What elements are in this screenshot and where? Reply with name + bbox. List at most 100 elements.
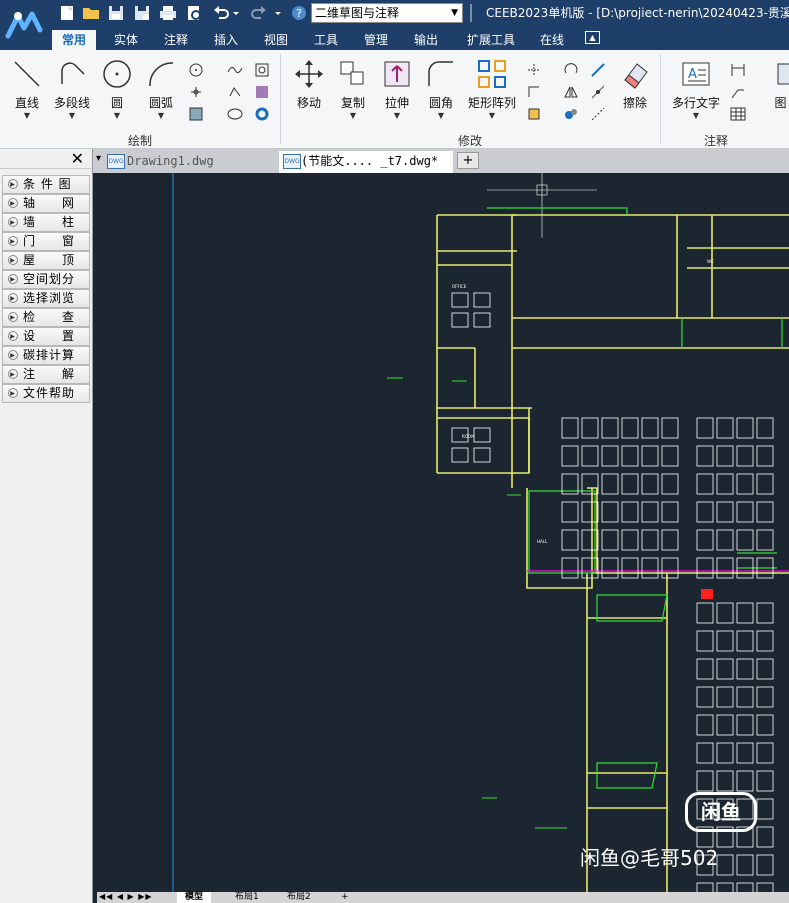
point-icon[interactable] [188,84,204,100]
scale-icon[interactable] [590,62,606,78]
rect-array-tool-button[interactable]: 矩形阵列 ▼ [466,58,518,120]
add-layout-button[interactable]: + [333,892,357,903]
donut-icon[interactable] [254,106,270,122]
extra-tool-button[interactable]: 图 [772,58,789,111]
desk-block [473,427,491,443]
leader-icon[interactable] [730,84,746,100]
dwg-file-icon: DWG [283,154,301,169]
menu-label: 碳排计算 [23,348,76,362]
arc-tool-button[interactable]: 圆弧 ▼ [144,58,178,120]
menu-door-window[interactable]: ▶ 门 窗 [2,232,90,251]
stretch-tool-button[interactable]: 拉伸 ▼ [380,58,414,120]
trim-icon[interactable] [526,62,542,78]
stretch-tool-label: 拉伸 [384,96,409,110]
new-tab-button[interactable]: + [457,152,479,169]
cloud-icon[interactable] [227,106,243,122]
redo-icon[interactable] [250,4,268,22]
join-icon[interactable] [563,106,579,122]
layout-nav-arrows[interactable]: ◀◀ ◀ ▶ ▶▶ [99,892,153,901]
copy-tool-button[interactable]: 复制 ▼ [336,58,370,120]
revcloud-icon[interactable] [227,84,243,100]
tab-layout2[interactable]: 布局2 [279,892,319,903]
menu-condition-map[interactable]: ▶ 条 件 图 [2,175,90,194]
app-logo[interactable] [0,0,50,50]
chevron-down-icon: ▼ [437,111,445,120]
undo-icon[interactable] [212,4,230,22]
explode-icon[interactable] [526,106,542,122]
break-icon[interactable] [590,84,606,100]
circle-tool-button[interactable]: 圆 ▼ [100,58,134,120]
desk-block [736,714,754,736]
desk-block [736,742,754,764]
menu-carbon-calc[interactable]: ▶ 碳排计算 [2,346,90,365]
tab-extend-tools[interactable]: 扩展工具 [462,30,520,50]
new-file-icon[interactable] [58,4,76,22]
erase-tool-button[interactable]: 擦除 [618,58,652,111]
extend-icon[interactable] [590,106,606,122]
menu-axis-grid[interactable]: ▶ 轴 网 [2,194,90,213]
tab-annotate[interactable]: 注释 [156,30,196,50]
close-icon[interactable]: ✕ [71,149,84,169]
help-icon[interactable]: ? [290,4,308,22]
tab-manage[interactable]: 管理 [356,30,396,50]
doc-tab-active[interactable]: DWG (节能文.... _t7.dwg* [279,151,453,173]
window-title: CEEB2023单机版 - [D:\projiect-nerin\2024042… [486,6,789,20]
doc-tab-drawing1[interactable]: DWG Drawing1.dwg [93,151,277,173]
polyline-tool-button[interactable]: 多段线 ▼ [52,58,92,120]
offset-icon[interactable] [526,84,542,100]
move-tool-label: 移动 [296,96,321,110]
move-tool-button[interactable]: 移动 [292,58,326,111]
menu-space-division[interactable]: ▶ 空间划分 [2,270,90,289]
line-tool-label: 直线 [14,96,39,110]
mirror-icon[interactable] [563,84,579,100]
undo-dropdown-icon[interactable] [232,4,240,22]
tab-output[interactable]: 输出 [406,30,446,50]
region-icon[interactable] [254,62,270,78]
linear-dimension-icon[interactable] [730,62,746,78]
expand-icon: ▶ [8,255,18,265]
open-folder-icon[interactable] [82,4,100,22]
menu-check[interactable]: ▶ 检 查 [2,308,90,327]
save-icon[interactable] [107,4,125,22]
hatch-icon[interactable] [188,106,204,122]
tab-model[interactable]: 模型 [177,892,212,903]
menu-annotation[interactable]: ▶ 注 解 [2,365,90,384]
menu-roof[interactable]: ▶ 屋 顶 [2,251,90,270]
menu-label: 门 窗 [23,234,76,248]
line-tool-button[interactable]: 直线 ▼ [10,58,44,120]
drawing-canvas[interactable]: OFFICE ROOM HALL WC [97,173,789,892]
ribbon-minimize-button[interactable]: ▲ [585,31,600,44]
svg-text:WC: WC [707,259,714,264]
tab-view[interactable]: 视图 [256,30,296,50]
desk-block [756,742,774,764]
spline-icon[interactable] [227,62,243,78]
menu-select-browse[interactable]: ▶ 选择浏览 [2,289,90,308]
tab-layout1[interactable]: 布局1 [227,892,267,903]
rotate-icon[interactable] [563,62,579,78]
desk-block [661,501,679,523]
tab-tools[interactable]: 工具 [306,30,346,50]
menu-wall-column[interactable]: ▶ 墙 柱 [2,213,90,232]
desk-block [601,473,619,495]
desk-block [756,417,774,439]
fillet-tool-button[interactable]: 圆角 ▼ [424,58,458,120]
tab-solid[interactable]: 实体 [106,30,146,50]
ellipse-icon[interactable] [188,62,204,78]
tab-online[interactable]: 在线 [532,30,572,50]
table-icon[interactable] [730,106,746,122]
menu-settings[interactable]: ▶ 设 置 [2,327,90,346]
print-icon[interactable] [159,4,177,22]
tab-home[interactable]: 常用 [52,30,96,50]
mtext-tool-button[interactable]: A 多行文字 ▼ [668,58,724,120]
desk-block [696,417,714,439]
desk-block [621,445,639,467]
workspace-select[interactable]: 二维草图与注释 ▼ [311,3,463,23]
save-as-icon[interactable] [133,4,151,22]
tab-insert[interactable]: 插入 [206,30,246,50]
desk-block [756,658,774,680]
redo-dropdown-icon[interactable] [274,4,282,22]
svg-text:?: ? [296,7,302,20]
plot-preview-icon[interactable] [185,4,203,22]
gradient-icon[interactable] [254,84,270,100]
menu-file-help[interactable]: ▶ 文件帮助 [2,384,90,403]
